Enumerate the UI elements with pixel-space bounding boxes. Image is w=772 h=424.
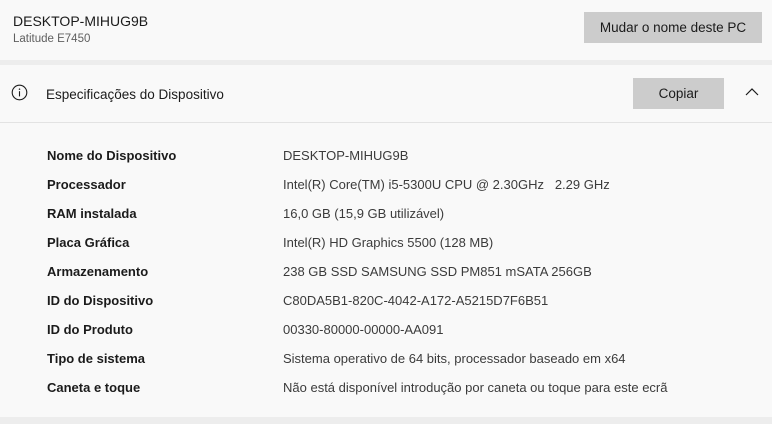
- section-title: Especificações do Dispositivo: [46, 87, 224, 102]
- spec-row-ram: RAM instalada 16,0 GB (15,9 GB utilizáve…: [0, 199, 772, 228]
- spec-value: C80DA5B1-820C-4042-A172-A5215D7F6B51: [283, 293, 549, 308]
- spec-row-graphics: Placa Gráfica Intel(R) HD Graphics 5500 …: [0, 228, 772, 257]
- rename-pc-button[interactable]: Mudar o nome deste PC: [584, 12, 762, 43]
- device-name-card: DESKTOP-MIHUG9B Latitude E7450 Mudar o n…: [0, 0, 772, 60]
- device-specifications-header[interactable]: Especificações do Dispositivo Copiar: [0, 65, 772, 123]
- spec-row-storage: Armazenamento 238 GB SSD SAMSUNG SSD PM8…: [0, 257, 772, 286]
- info-circle-icon: [11, 84, 28, 101]
- spec-row-device-name: Nome do Dispositivo DESKTOP-MIHUG9B: [0, 141, 772, 170]
- spec-value: Sistema operativo de 64 bits, processado…: [283, 351, 626, 366]
- spec-value: Não está disponível introdução por canet…: [283, 380, 668, 395]
- spec-row-pen-touch: Caneta e toque Não está disponível intro…: [0, 373, 772, 402]
- spec-label: ID do Dispositivo: [47, 293, 154, 308]
- spec-label: Processador: [47, 177, 126, 192]
- spec-label: RAM instalada: [47, 206, 137, 221]
- pc-name: DESKTOP-MIHUG9B: [13, 13, 149, 29]
- bottom-divider: [0, 417, 772, 424]
- spec-label: Placa Gráfica: [47, 235, 130, 250]
- spec-label: Caneta e toque: [47, 380, 141, 395]
- spec-value: 00330-80000-00000-AA091: [283, 322, 444, 337]
- spec-value: DESKTOP-MIHUG9B: [283, 148, 409, 163]
- chevron-up-icon[interactable]: [744, 86, 760, 98]
- spec-value: Intel(R) Core(TM) i5-5300U CPU @ 2.30GHz…: [283, 177, 610, 192]
- spec-label: Tipo de sistema: [47, 351, 146, 366]
- spec-value: 16,0 GB (15,9 GB utilizável): [283, 206, 445, 221]
- spec-row-processor: Processador Intel(R) Core(TM) i5-5300U C…: [0, 170, 772, 199]
- spec-value: Intel(R) HD Graphics 5500 (128 MB): [283, 235, 494, 250]
- spec-label: Armazenamento: [47, 264, 149, 279]
- spec-value: 238 GB SSD SAMSUNG SSD PM851 mSATA 256GB: [283, 264, 592, 279]
- spec-label: Nome do Dispositivo: [47, 148, 177, 163]
- spec-label: ID do Produto: [47, 322, 133, 337]
- spec-row-product-id: ID do Produto 00330-80000-00000-AA091: [0, 315, 772, 344]
- spec-row-system-type: Tipo de sistema Sistema operativo de 64 …: [0, 344, 772, 373]
- pc-model: Latitude E7450: [13, 33, 91, 45]
- copy-button[interactable]: Copiar: [633, 78, 724, 109]
- specifications-list: Nome do Dispositivo DESKTOP-MIHUG9B Proc…: [0, 123, 772, 417]
- spec-row-device-id: ID do Dispositivo C80DA5B1-820C-4042-A17…: [0, 286, 772, 315]
